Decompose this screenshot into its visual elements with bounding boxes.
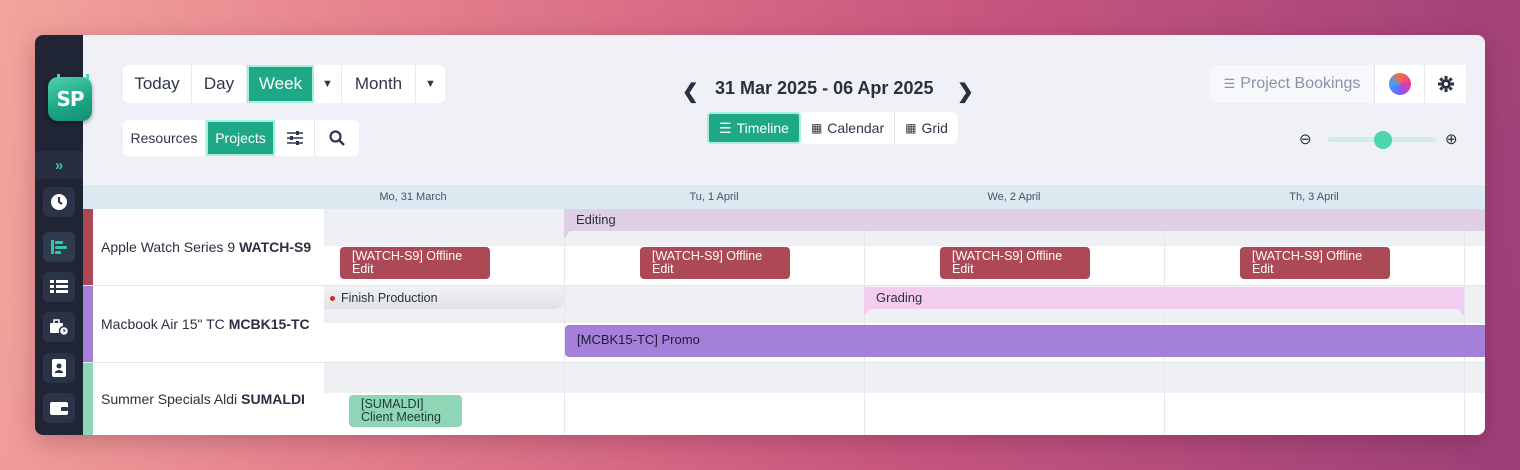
briefcase-clock-icon[interactable]: [43, 312, 75, 342]
sidebar: SP »: [35, 35, 92, 435]
project-color-strip: [83, 363, 93, 435]
top-right-toolbar: ☰ Project Bookings: [1210, 65, 1466, 103]
project-row-summer[interactable]: Summer Specials Aldi SUMALDI: [83, 363, 324, 435]
app-logo[interactable]: SP: [48, 74, 92, 121]
project-row-macbook[interactable]: Macbook Air 15" TC MCBK15-TC: [83, 286, 324, 363]
day-label: Th, 3 April: [1289, 191, 1339, 203]
project-row-watch[interactable]: Apple Watch Series 9 WATCH-S9: [83, 209, 324, 286]
timeline-view-icon: ☰: [719, 119, 732, 136]
timeline-area: Editing [WATCH-S9] Offline Edit [WATCH-S…: [324, 209, 1485, 435]
search-icon[interactable]: [315, 120, 359, 156]
week-button[interactable]: Week: [247, 65, 314, 103]
zoom-in-icon[interactable]: ⊕: [1445, 130, 1458, 148]
clock-icon[interactable]: [43, 187, 75, 217]
timeline-grid: Editing [WATCH-S9] Offline Edit [WATCH-S…: [83, 209, 1485, 435]
day-label: Tu, 1 April: [689, 191, 739, 203]
timeline-view-button[interactable]: ☰ Timeline: [707, 112, 801, 144]
day-label: We, 2 April: [987, 191, 1041, 203]
project-color-strip: [83, 209, 93, 285]
next-week-icon[interactable]: ❯: [957, 79, 974, 104]
list-small-icon: ☰: [1223, 76, 1236, 91]
booking-offline-edit[interactable]: [WATCH-S9] Offline Edit: [1240, 247, 1390, 279]
day-label: Mo, 31 March: [379, 191, 447, 203]
today-button[interactable]: Today: [123, 65, 192, 103]
calendar-icon: ▦: [810, 121, 823, 135]
project-color-strip: [83, 286, 93, 362]
phase-notch: [1458, 309, 1464, 316]
phase-editing[interactable]: Editing: [564, 209, 1485, 231]
week-dropdown-icon[interactable]: ▼: [314, 65, 342, 103]
month-button[interactable]: Month: [342, 65, 416, 103]
mode-switcher: Resources Projects: [123, 120, 359, 156]
phase-notch: [864, 309, 870, 316]
resources-button[interactable]: Resources: [123, 120, 206, 156]
timeline-view-label: Timeline: [736, 120, 789, 136]
zoom-handle[interactable]: [1374, 131, 1392, 149]
day-header: Mo, 31 March Tu, 1 April We, 2 April Th,…: [83, 185, 1485, 209]
prev-week-icon[interactable]: ❮: [682, 79, 699, 104]
project-name: Apple Watch Series 9: [101, 239, 236, 255]
booking-offline-edit[interactable]: [WATCH-S9] Offline Edit: [940, 247, 1090, 279]
grid-icon: ▦: [905, 121, 917, 135]
booking-offline-edit[interactable]: [WATCH-S9] Offline Edit: [640, 247, 790, 279]
project-name: Macbook Air 15" TC: [101, 316, 225, 332]
view-switcher: ☰ Timeline ▦ Calendar ▦ Grid: [707, 112, 958, 144]
range-switcher: Today Day Week ▼ Month ▼: [123, 65, 445, 103]
month-dropdown-icon[interactable]: ▼: [416, 65, 445, 103]
app-window: SP » Today Day Week ▼ Month ▼ Resources …: [35, 35, 1485, 435]
color-theme-button[interactable]: [1375, 65, 1425, 103]
wallet-icon[interactable]: [43, 393, 75, 423]
day-button[interactable]: Day: [192, 65, 247, 103]
list-icon[interactable]: [43, 272, 75, 302]
phase-notch: [564, 231, 570, 239]
project-code: SUMALDI: [241, 391, 305, 407]
expand-icon[interactable]: »: [35, 151, 83, 179]
projects-button[interactable]: Projects: [206, 120, 275, 156]
color-wheel-icon: [1388, 73, 1411, 95]
project-code: WATCH-S9: [239, 239, 312, 255]
date-range: 31 Mar 2025 - 06 Apr 2025: [715, 78, 934, 98]
zoom-out-icon[interactable]: ⊖: [1299, 130, 1312, 148]
filter-sliders-icon[interactable]: [275, 120, 315, 156]
calendar-view-button[interactable]: ▦ Calendar: [801, 112, 896, 144]
calendar-view-label: Calendar: [827, 120, 885, 136]
settings-gear-icon[interactable]: [1425, 65, 1466, 103]
timeline-icon[interactable]: [43, 232, 75, 262]
milestone-finish-production[interactable]: Finish Production: [324, 287, 564, 309]
grid-view-button[interactable]: ▦ Grid: [895, 112, 958, 144]
booking-client-meeting[interactable]: [SUMALDI] Client Meeting: [349, 395, 462, 427]
booking-offline-edit[interactable]: [WATCH-S9] Offline Edit: [340, 247, 490, 279]
booking-promo[interactable]: [MCBK15-TC] Promo: [565, 325, 1485, 357]
project-bookings-label: Project Bookings: [1240, 75, 1361, 92]
contact-icon[interactable]: [43, 353, 75, 383]
milestone-dot-icon: [330, 296, 335, 302]
milestone-label: Finish Production: [341, 291, 438, 305]
project-bookings-button[interactable]: ☰ Project Bookings: [1210, 65, 1375, 103]
project-name: Summer Specials Aldi: [101, 391, 238, 407]
zoom-slider[interactable]: ⊖ ⊕: [1293, 127, 1468, 151]
phase-grading[interactable]: Grading: [864, 287, 1464, 309]
project-code: MCBK15-TC: [228, 316, 310, 332]
grid-view-label: Grid: [921, 120, 948, 136]
